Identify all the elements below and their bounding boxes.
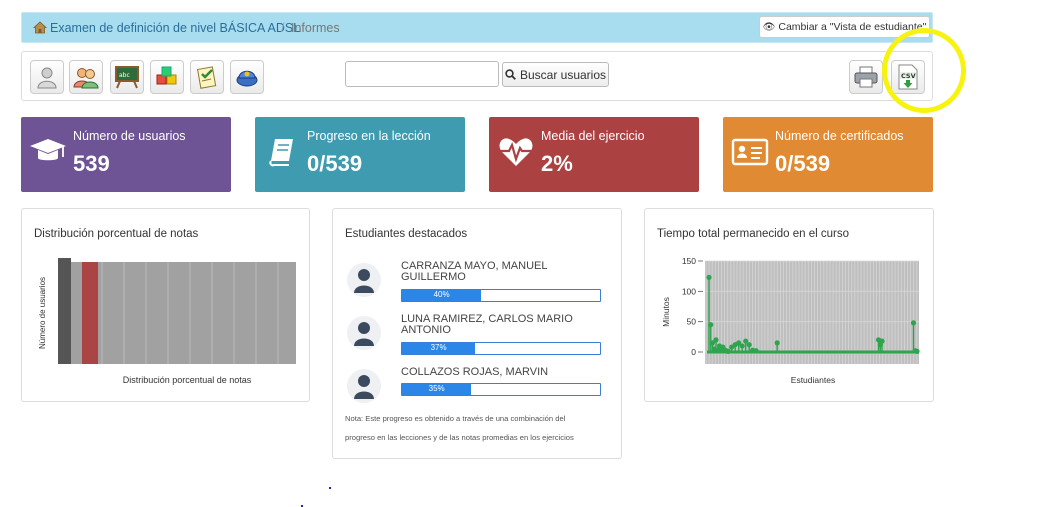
time-chart-point (774, 340, 780, 346)
progress-note-line: Nota: Este progreso es obtenido a través… (345, 414, 566, 423)
card-certificates-value: 0/539 (775, 151, 831, 176)
heartbeat-icon (499, 138, 533, 166)
time-chart-point (910, 320, 917, 326)
distribution-ylabel: Número de usuarios (38, 277, 47, 349)
list-item[interactable]: CARRANZA MAYO, MANUEL GUILLERMO 40% (347, 261, 607, 307)
home-icon[interactable] (33, 21, 47, 34)
distribution-axis-overlap (58, 258, 71, 364)
student-name: COLLAZOS ROJAS, MARVIN (401, 366, 549, 378)
card-lesson-progress: Progreso en la lección 0/539 (255, 117, 465, 192)
book-icon (269, 139, 293, 167)
search-input[interactable] (345, 61, 499, 87)
graduation-cap-icon (30, 139, 66, 161)
progress-label: 40% (433, 290, 450, 299)
distribution-bar-highlight (82, 262, 98, 364)
student-name: LUNA RAMIREZ, CARLOS MARIO ANTONIO (401, 313, 573, 336)
time-chart-point (739, 343, 745, 349)
blackboard-icon[interactable]: abc (110, 60, 144, 94)
time-chart-ytick: 100 (682, 286, 696, 296)
svg-text:abc: abc (119, 72, 130, 79)
eye-icon: 👁 (762, 21, 776, 33)
card-lesson-progress-value: 0/539 (307, 151, 363, 176)
user-icon[interactable] (30, 60, 64, 94)
avatar (347, 316, 381, 350)
breadcrumb-course-link[interactable]: Examen de definición de nivel BÁSICA ADS… (50, 21, 300, 35)
stray-dot (329, 487, 331, 489)
id-card-icon (731, 138, 769, 166)
time-chart-point (708, 322, 714, 328)
highlight-annotation (882, 28, 966, 113)
time-chart: Minutos 150 100 50 0 Estudiantes (661, 256, 920, 385)
progress-note-line: progreso en las lecciones y de las notas… (345, 433, 574, 442)
distribution-xlabel: Distribución porcentual de notas (123, 375, 252, 385)
time-chart-ytick: 50 (687, 317, 697, 327)
top-students-title: Estudiantes destacados (345, 228, 468, 240)
distribution-panel: Distribución porcentual de notas Número … (21, 208, 310, 402)
list-item[interactable]: COLLAZOS ROJAS, MARVIN 35% (347, 367, 607, 413)
list-item[interactable]: LUNA RAMIREZ, CARLOS MARIO ANTONIO 37% (347, 314, 607, 360)
avatar (347, 263, 381, 297)
progress-label: 35% (428, 384, 445, 393)
breadcrumb-current: Informes (291, 21, 340, 35)
time-panel: Tiempo total permanecido en el curso Min… (644, 208, 934, 402)
card-users: Número de usuarios 539 (21, 117, 231, 192)
card-users-value: 539 (73, 151, 110, 176)
card-exercise-average-value: 2% (541, 151, 573, 176)
time-title: Tiempo total permanecido en el curso (657, 228, 849, 240)
breadcrumb: Examen de definición de nivel BÁSICA ADS… (21, 12, 933, 43)
printer-icon[interactable] (849, 60, 883, 94)
progress-fill: 37% (402, 343, 476, 354)
progress-fill: 40% (402, 290, 482, 301)
time-chart-point (725, 348, 731, 354)
student-name: CARRANZA MAYO, MANUEL GUILLERMO (401, 260, 548, 283)
cubes-icon[interactable] (150, 60, 184, 94)
avatar (347, 369, 381, 403)
users-group-icon[interactable] (69, 60, 103, 94)
card-exercise-average-label: Media del ejercicio (541, 129, 645, 143)
time-chart-ytick: 0 (691, 347, 696, 357)
breadcrumb-separator: / (281, 21, 285, 35)
progress-bar: 37% (401, 342, 601, 355)
time-chart-ylabel: Minutos (661, 297, 671, 327)
progress-note: Nota: Este progreso es obtenido a través… (345, 409, 607, 447)
tutor-cap-icon[interactable] (230, 60, 264, 94)
time-chart-point (706, 274, 712, 280)
progress-bar: 35% (401, 383, 601, 396)
toolbar: abc Buscar usuarios CSV (21, 51, 933, 101)
progress-fill: 35% (402, 384, 472, 395)
card-users-label: Número de usuarios (73, 129, 186, 143)
card-certificates: Número de certificados 0/539 (723, 117, 933, 192)
top-students-panel: Estudiantes destacados CARRANZA MAYO, MA… (332, 208, 622, 459)
time-chart-xlabel: Estudiantes (791, 375, 835, 385)
search-users-label: Buscar usuarios (519, 67, 607, 82)
distribution-title: Distribución porcentual de notas (34, 228, 199, 240)
time-chart-point (746, 342, 752, 348)
distribution-chart: Número de usuarios Distribución porcentu… (38, 258, 296, 385)
time-chart-point (879, 338, 885, 344)
search-users-button[interactable]: Buscar usuarios (502, 62, 609, 87)
card-certificates-label: Número de certificados (775, 129, 904, 143)
student-view-label: Cambiar a "Vista de estudiante" (778, 21, 927, 33)
checklist-icon[interactable] (190, 60, 224, 94)
progress-label: 37% (430, 343, 447, 352)
card-lesson-progress-label: Progreso en la lección (307, 129, 431, 143)
time-chart-point (753, 348, 759, 354)
time-chart-point (713, 337, 719, 343)
time-chart-ytick: 150 (682, 256, 696, 266)
card-exercise-average: Media del ejercicio 2% (489, 117, 699, 192)
search-icon (505, 69, 516, 80)
time-chart-point (914, 348, 920, 354)
progress-bar: 40% (401, 289, 601, 302)
